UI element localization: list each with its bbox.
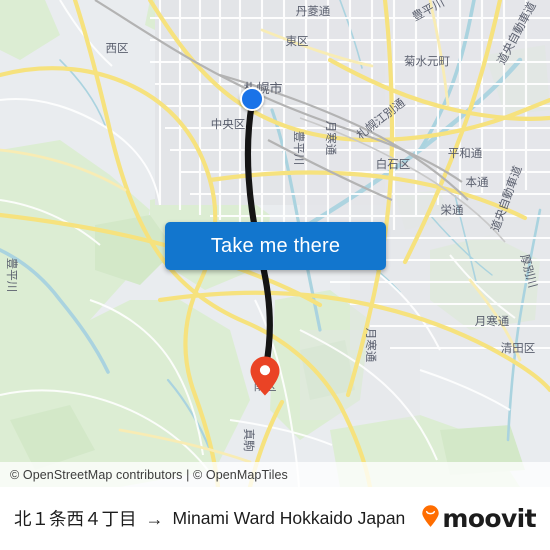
moovit-wordmark: moovit bbox=[442, 504, 536, 533]
map-label: 中央区 bbox=[211, 117, 246, 131]
map-label: 月寒通 bbox=[364, 328, 378, 363]
map-label: 真駒 bbox=[242, 429, 256, 452]
map-label: 豊平川 bbox=[5, 258, 19, 293]
map-attribution: © OpenStreetMap contributors | © OpenMap… bbox=[0, 462, 550, 487]
arrow-right-icon: → bbox=[145, 508, 164, 529]
map-label: 丹菱通 bbox=[296, 4, 331, 18]
route-origin-label: 北１条西４丁目 bbox=[14, 509, 137, 529]
map-label: 西区 bbox=[106, 41, 129, 55]
map-label: 清田区 bbox=[501, 341, 536, 355]
moovit-logo[interactable]: moovit bbox=[421, 504, 537, 533]
map-label: 豊平川 bbox=[292, 131, 306, 166]
map-attribution-text: © OpenStreetMap contributors | © OpenMap… bbox=[10, 467, 288, 482]
origin-dot[interactable] bbox=[240, 87, 264, 111]
map-canvas[interactable]: 西区東区中央区札幌市菊水元町白石区平和通本通栄通清田区南区豊平川豊平川豊平川月寒… bbox=[0, 0, 550, 487]
map-label: 月寒通 bbox=[324, 121, 338, 156]
map-label: 平和通 bbox=[448, 146, 483, 160]
destination-pin[interactable] bbox=[249, 355, 281, 397]
moovit-route-card: 西区東区中央区札幌市菊水元町白石区平和通本通栄通清田区南区豊平川豊平川豊平川月寒… bbox=[0, 0, 550, 550]
map-label: 東区 bbox=[286, 34, 309, 48]
moovit-pin-smiley-icon bbox=[421, 504, 440, 533]
route-summary: 北１条西４丁目 → Minami Ward Hokkaido Japan bbox=[14, 506, 421, 531]
route-destination-label: Minami Ward Hokkaido Japan bbox=[172, 508, 406, 528]
map-label: 本通 bbox=[466, 175, 489, 189]
take-me-there-button[interactable]: Take me there bbox=[165, 222, 386, 270]
map-label: 月寒通 bbox=[475, 314, 510, 328]
map-label: 菊水元町 bbox=[404, 54, 450, 68]
map-label: 白石区 bbox=[376, 157, 411, 171]
footer-bar: 北１条西４丁目 → Minami Ward Hokkaido Japan moo… bbox=[0, 487, 550, 550]
map-label: 栄通 bbox=[441, 203, 464, 217]
